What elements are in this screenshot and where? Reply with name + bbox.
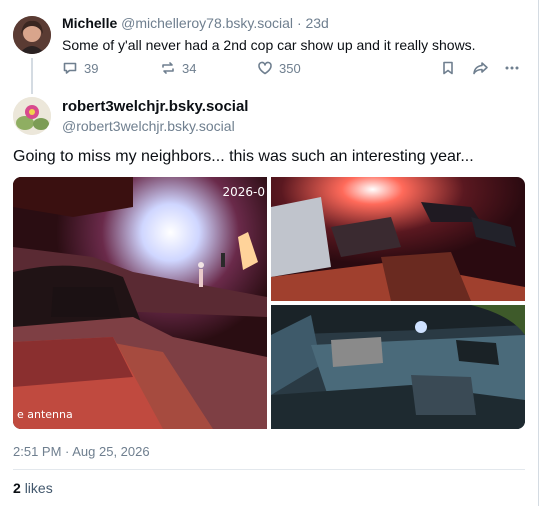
like-count: 350: [279, 60, 301, 76]
divider: [13, 469, 525, 470]
post-text: Some of y'all never had a 2nd cop car sh…: [62, 37, 476, 53]
author-handle[interactable]: @michelleroy78.bsky.social: [121, 15, 293, 31]
post-actions: 39 34 350: [0, 60, 540, 80]
reply-button[interactable]: 39: [62, 60, 98, 76]
parent-post-header: Michelle @michelleroy78.bsky.social · 23…: [62, 15, 329, 31]
post-image-3[interactable]: [271, 305, 525, 429]
image-timestamp: 2026-0: [222, 185, 265, 199]
post-image-1[interactable]: 2026-0 e antenna: [13, 177, 267, 429]
bookmark-button[interactable]: [440, 60, 456, 76]
share-button[interactable]: [472, 60, 489, 76]
avatar[interactable]: [13, 16, 51, 54]
repost-count: 34: [182, 60, 197, 76]
reply-count: 39: [84, 60, 99, 76]
more-icon: [505, 66, 519, 70]
like-button[interactable]: 350: [257, 60, 301, 76]
bookmark-icon: [443, 61, 453, 75]
heart-icon: [258, 61, 272, 75]
repost-button[interactable]: 34: [160, 60, 196, 76]
avatar[interactable]: [13, 97, 51, 135]
author-handle[interactable]: @robert3welchjr.bsky.social: [62, 118, 235, 134]
post-text: Going to miss my neighbors... this was s…: [13, 148, 474, 165]
post-image-2[interactable]: [271, 177, 525, 301]
more-options-button[interactable]: [504, 60, 520, 76]
reply-icon: [63, 62, 77, 74]
image-watermark: e antenna: [17, 408, 73, 421]
repost-icon: [162, 62, 174, 74]
likes-summary[interactable]: 2 likes: [13, 480, 53, 496]
author-name[interactable]: Michelle: [62, 15, 117, 31]
author-name[interactable]: robert3welchjr.bsky.social: [62, 98, 248, 115]
post-timestamp[interactable]: 2:51 PM · Aug 25, 2026: [13, 444, 150, 459]
share-icon: [473, 62, 488, 75]
likes-label: likes: [24, 480, 53, 496]
likes-count: 2: [13, 480, 21, 496]
post-age: · 23d: [296, 15, 329, 31]
